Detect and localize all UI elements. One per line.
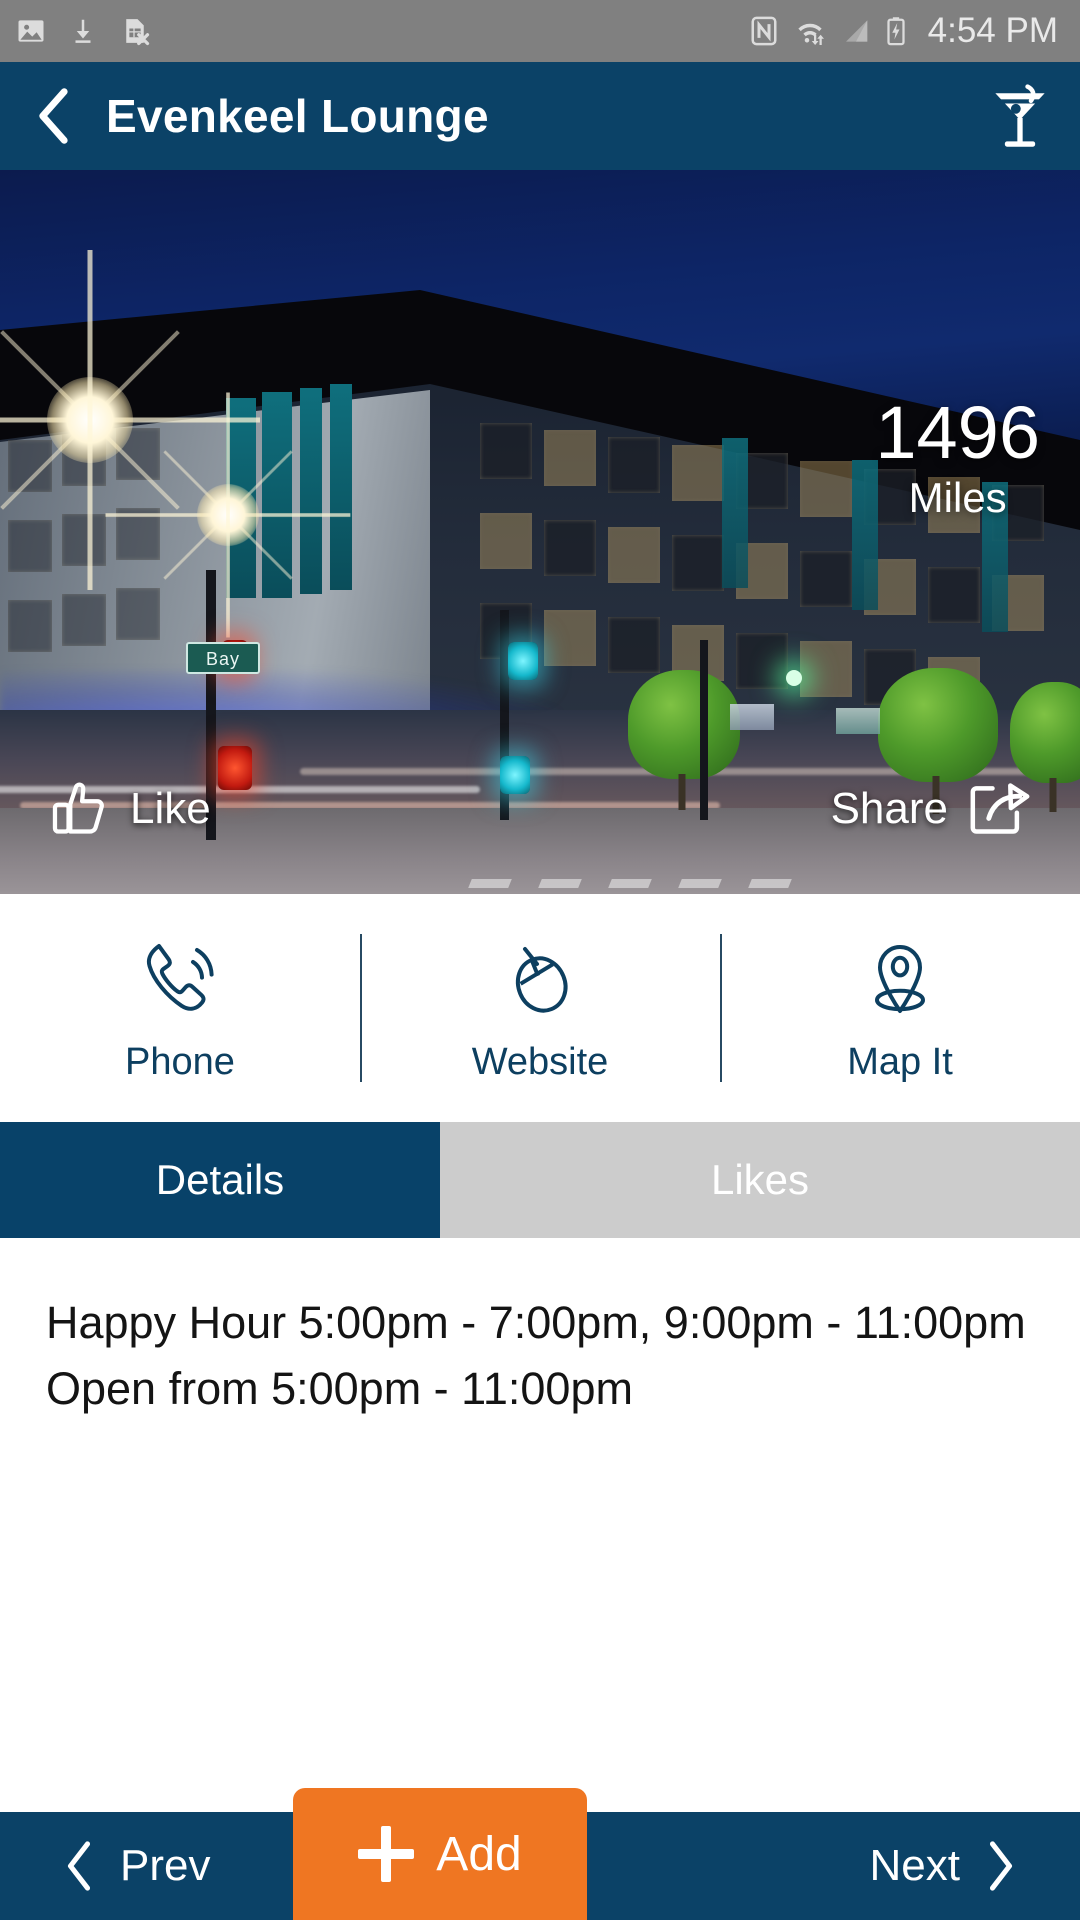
details-text: Happy Hour 5:00pm - 7:00pm, 9:00pm - 11:… [46, 1297, 1026, 1414]
wifi-icon [798, 23, 824, 45]
prev-label: Prev [120, 1841, 211, 1890]
battery-charging-icon [887, 17, 905, 46]
map-pin-icon [875, 944, 925, 1013]
distance-unit: Miles [908, 474, 1007, 521]
signal-icon [845, 20, 867, 42]
image-icon [18, 20, 44, 42]
phone-handset-icon [146, 943, 214, 1011]
app-root: 4:54 PM Evenkeel Lounge Bay 1496 Miles L… [0, 0, 1080, 1920]
share-button[interactable]: Share [831, 779, 1032, 839]
cocktail-glass-icon [995, 84, 1045, 147]
street-light-glow [786, 670, 802, 686]
like-button[interactable]: Like [48, 778, 211, 840]
distance-value: 1496 [875, 391, 1040, 474]
computer-mouse-icon [515, 946, 568, 1013]
street-sign: Bay [186, 642, 260, 674]
details-panel: Happy Hour 5:00pm - 7:00pm, 9:00pm - 11:… [0, 1238, 1080, 1812]
app-header: Evenkeel Lounge [0, 62, 1080, 170]
add-button[interactable]: Add [293, 1788, 587, 1920]
next-label: Next [869, 1841, 960, 1890]
share-label: Share [830, 784, 948, 833]
chevron-right-icon [989, 1841, 1013, 1891]
chevron-left-icon [67, 1841, 91, 1891]
back-button[interactable] [0, 62, 106, 170]
map-it-action[interactable]: Map It [720, 894, 1080, 1122]
hero-action-row: Like Share [0, 766, 1080, 852]
prev-button[interactable]: Prev [0, 1812, 210, 1920]
add-label: Add [436, 1827, 522, 1881]
quick-action-row: Phone Website Map It [0, 894, 1080, 1122]
phone-action[interactable]: Phone [0, 894, 360, 1122]
website-action-label: Website [471, 1040, 609, 1083]
status-bar-left-icons [0, 16, 150, 46]
like-label: Like [130, 784, 211, 833]
traffic-light-teal [508, 642, 538, 680]
download-icon [75, 19, 91, 43]
share-arrow-icon [970, 783, 1030, 834]
thumbs-up-icon [52, 782, 104, 834]
plus-icon [358, 1826, 415, 1882]
status-bar: 4:54 PM [0, 0, 1080, 62]
nfc-icon [751, 16, 777, 46]
distance-overlay: 1496 Miles [875, 394, 1040, 524]
website-action[interactable]: Website [360, 894, 720, 1122]
venue-photo[interactable]: Bay 1496 Miles Like Share [0, 170, 1080, 894]
map-it-action-label: Map It [847, 1040, 953, 1083]
status-bar-clock: 4:54 PM [927, 11, 1058, 50]
status-bar-right-icons: 4:54 PM [750, 0, 1080, 62]
sim-card-error-icon [126, 19, 150, 46]
chevron-left-icon [39, 88, 68, 144]
page-title: Evenkeel Lounge [106, 90, 489, 142]
tab-bar: Details Likes [0, 1122, 1080, 1238]
cocktail-button[interactable] [960, 62, 1080, 170]
next-button[interactable]: Next [870, 1812, 1080, 1920]
phone-action-label: Phone [125, 1040, 235, 1083]
tab-likes[interactable]: Likes [440, 1122, 1080, 1238]
tab-details[interactable]: Details [0, 1122, 440, 1238]
